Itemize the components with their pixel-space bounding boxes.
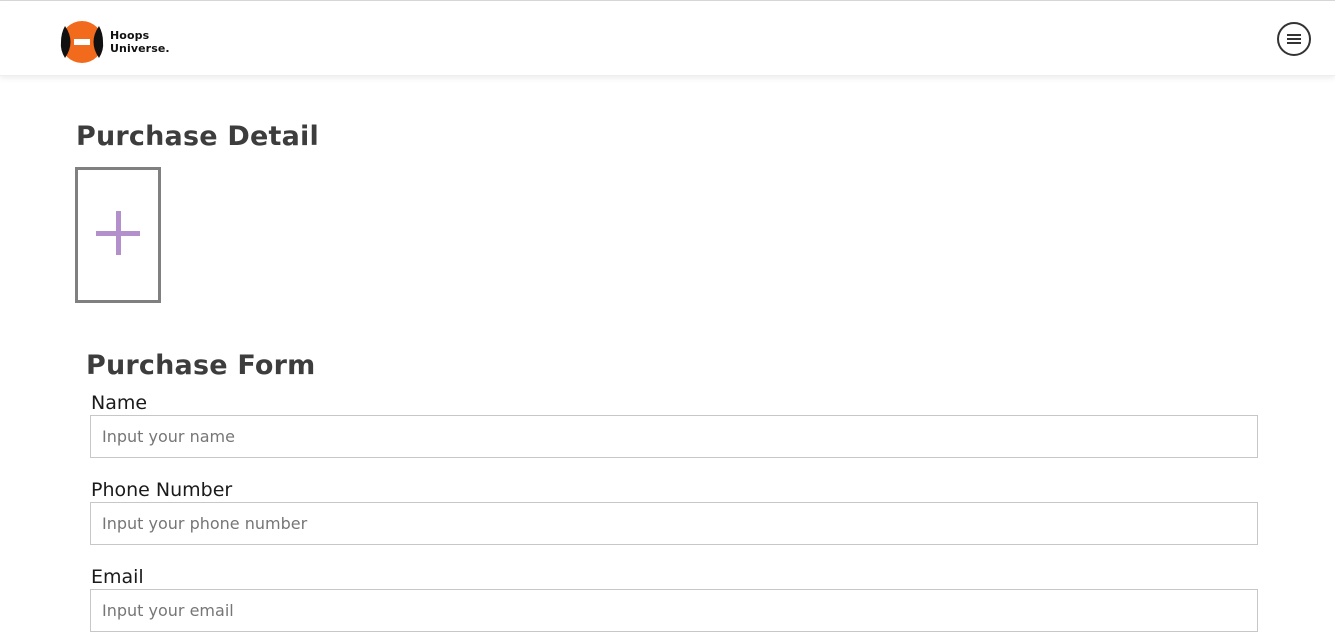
- basketball-logo-icon: [60, 21, 104, 63]
- phone-number-input[interactable]: [90, 502, 1258, 545]
- brand-name: Hoops Universe.: [110, 29, 170, 55]
- purchase-detail-title: Purchase Detail: [76, 121, 319, 152]
- purchase-form-title: Purchase Form: [86, 350, 316, 381]
- brand-logo[interactable]: Hoops Universe.: [60, 20, 170, 64]
- brand-name-line1: Hoops: [110, 29, 150, 42]
- hamburger-menu-icon[interactable]: [1277, 22, 1311, 56]
- name-input[interactable]: [90, 415, 1258, 458]
- phone-number-label: Phone Number: [91, 479, 233, 501]
- name-label: Name: [91, 392, 148, 414]
- add-item-button[interactable]: [75, 167, 161, 303]
- email-label: Email: [91, 566, 144, 588]
- site-header: Hoops Universe.: [0, 1, 1335, 76]
- email-input[interactable]: [90, 589, 1258, 632]
- brand-name-line2: Universe.: [110, 42, 170, 55]
